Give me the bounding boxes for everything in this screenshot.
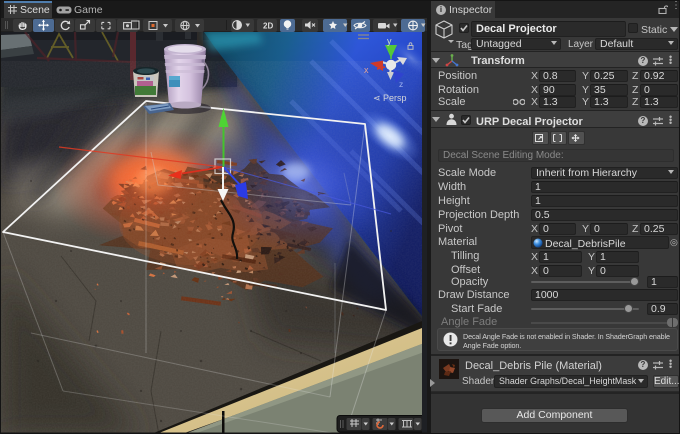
svg-text:z: z xyxy=(399,79,403,89)
svg-text:y: y xyxy=(387,36,392,46)
svg-text:x: x xyxy=(364,65,369,75)
svg-text:2D: 2D xyxy=(263,22,273,31)
svg-text:⋖ Persp: ⋖ Persp xyxy=(373,93,407,103)
